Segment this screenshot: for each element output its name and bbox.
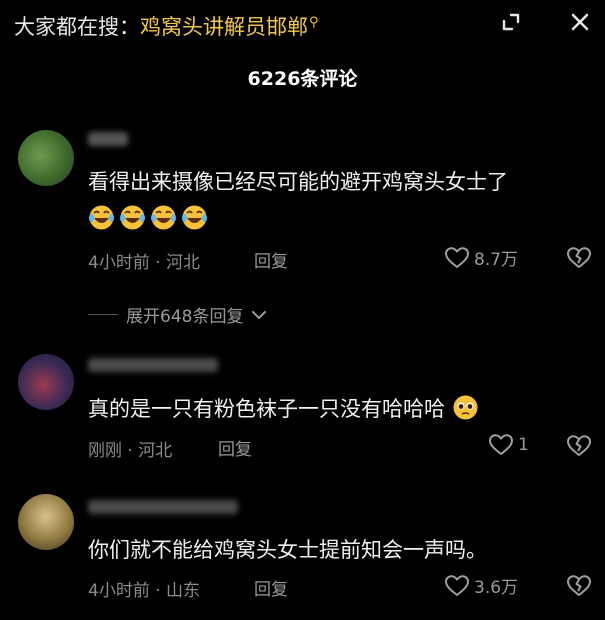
laughing-tears-emoji	[120, 205, 145, 230]
avatar[interactable]	[18, 354, 74, 410]
username[interactable]	[88, 358, 218, 372]
heart-icon	[489, 434, 513, 455]
comment-text: 看得出来摄像已经尽可能的避开鸡窝头女士了	[88, 170, 508, 194]
expand-replies-label: 展开648条回复	[126, 307, 244, 327]
broken-heart-icon	[567, 575, 591, 596]
laughing-tears-emoji	[89, 205, 114, 230]
comments-screen: 大家都在搜：鸡窝头讲解员邯郸⚲ 6226条评论 看得出来摄像已经尽可能的避开鸡窝…	[0, 0, 605, 620]
reply-button[interactable]: 回复	[254, 575, 288, 600]
collapse-button[interactable]	[491, 4, 531, 40]
like-count: 3.6万	[474, 578, 519, 598]
username[interactable]	[88, 132, 128, 146]
search-suggestion-prefix: 大家都在搜：	[14, 15, 140, 39]
search-suggestion[interactable]: 大家都在搜：鸡窝头讲解员邯郸⚲	[14, 8, 319, 42]
comment-text: 你们就不能给鸡窝头女士提前知会一声吗。	[88, 538, 487, 562]
avatar[interactable]	[18, 494, 74, 550]
reply-button[interactable]: 回复	[254, 247, 288, 272]
close-icon	[571, 13, 589, 31]
like-count: 8.7万	[474, 250, 519, 270]
like-count: 1	[518, 435, 529, 455]
like-button[interactable]: 3.6万	[444, 573, 518, 598]
like-button[interactable]: 8.7万	[444, 245, 518, 270]
laughing-tears-emoji	[151, 205, 176, 230]
laughing-tears-emoji	[182, 205, 207, 230]
reply-button[interactable]: 回复	[218, 435, 252, 460]
emoji-row	[88, 204, 208, 231]
pleading-face-emoji	[453, 395, 478, 420]
dislike-button[interactable]	[566, 434, 592, 462]
comment-text: 真的是一只有粉色袜子一只没有哈哈哈	[88, 394, 479, 423]
heart-icon	[445, 246, 469, 268]
comment-meta: 4小时前 · 河北	[88, 253, 201, 273]
comment-meta: 刚刚 · 河北	[88, 441, 173, 461]
comment-count: 6226条评论	[247, 68, 358, 90]
broken-heart-icon	[567, 247, 591, 268]
search-suggestion-term[interactable]: 鸡窝头讲解员邯郸	[140, 15, 308, 39]
username[interactable]	[88, 500, 238, 514]
close-button[interactable]	[560, 4, 600, 40]
comment-meta: 4小时前 · 山东	[88, 581, 201, 601]
search-icon: ⚲	[309, 15, 319, 30]
expand-divider	[88, 314, 118, 315]
heart-icon	[445, 574, 469, 596]
broken-heart-icon	[567, 435, 591, 456]
dislike-button[interactable]	[566, 574, 592, 602]
like-button[interactable]: 1	[488, 433, 529, 457]
avatar[interactable]	[18, 130, 74, 186]
expand-replies-button[interactable]: 展开648条回复	[88, 302, 267, 327]
dislike-button[interactable]	[566, 246, 592, 274]
top-bar: 大家都在搜：鸡窝头讲解员邯郸⚲	[0, 0, 605, 46]
comment-text-content: 真的是一只有粉色袜子一只没有哈哈哈	[88, 397, 445, 421]
collapse-icon	[502, 13, 520, 31]
chevron-down-icon	[252, 310, 267, 319]
